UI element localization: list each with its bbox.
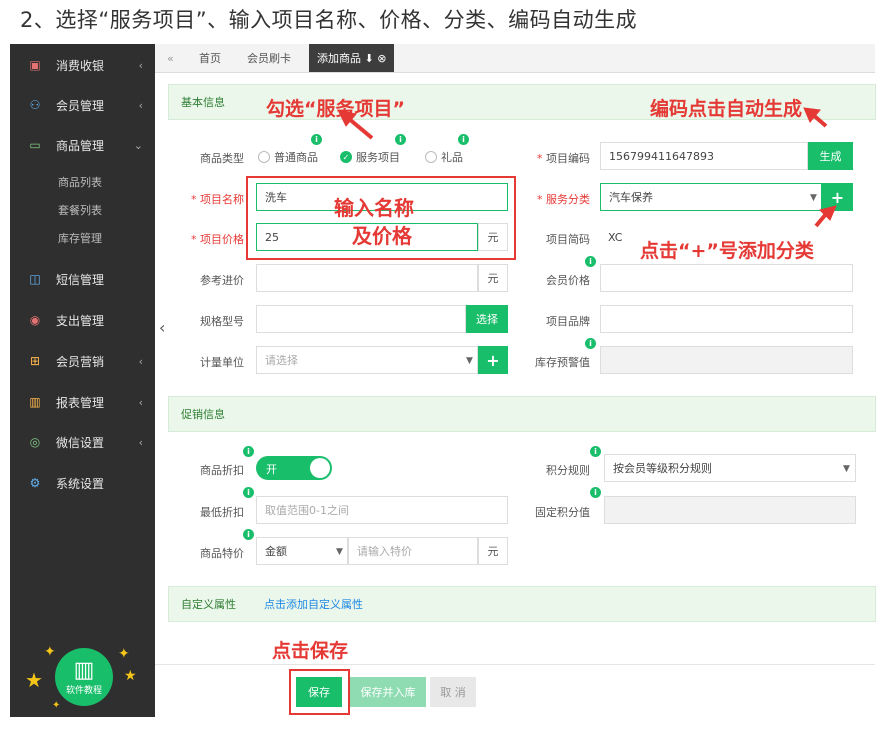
annotation-arrows — [337, 107, 837, 228]
arrow-to-service-radio — [346, 116, 374, 140]
arrow-to-plus — [814, 212, 828, 228]
